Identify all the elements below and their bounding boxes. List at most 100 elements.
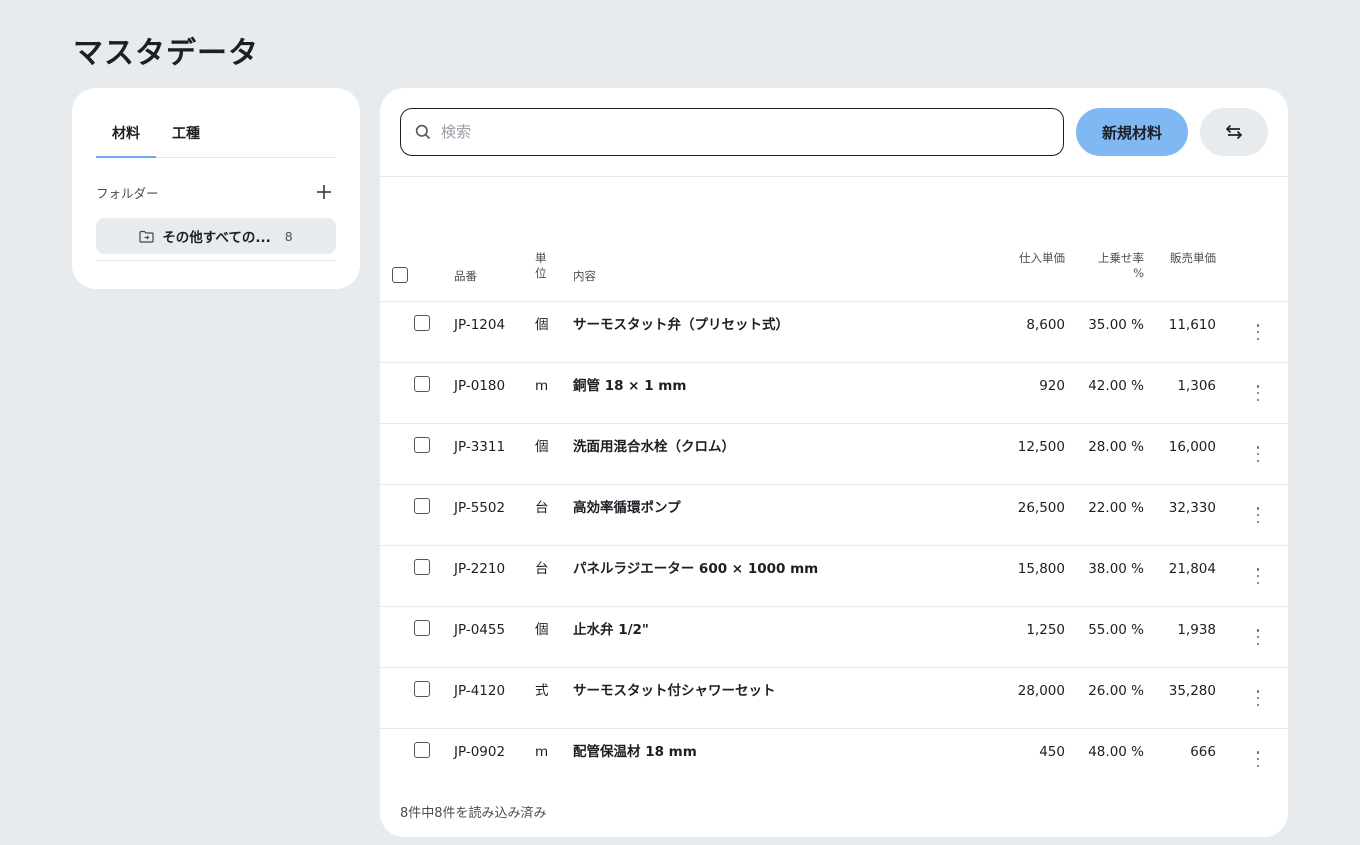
row-checkbox[interactable] bbox=[414, 376, 430, 392]
cell-cost: 15,800 bbox=[1017, 561, 1065, 577]
cell-description: サーモスタット弁（プリセット式） bbox=[573, 317, 789, 333]
search-box[interactable] bbox=[400, 108, 1064, 156]
header-markup: 上乗せ率 % bbox=[1098, 251, 1144, 280]
divider bbox=[96, 260, 336, 261]
tab-work-types[interactable]: 工種 bbox=[156, 112, 216, 158]
table-row[interactable]: JP-0902 m 配管保温材 18 mm 450 48.00 % 666 bbox=[380, 729, 1288, 790]
cell-description: サーモスタット付シャワーセット bbox=[573, 683, 776, 699]
row-checkbox[interactable] bbox=[414, 681, 430, 697]
cell-unit: 台 bbox=[535, 561, 549, 577]
cell-description: パネルラジエーター 600 × 1000 mm bbox=[573, 561, 819, 577]
table-row[interactable]: JP-4120 式 サーモスタット付シャワーセット 28,000 26.00 % 35,2… bbox=[380, 668, 1288, 729]
cell-cost: 8,600 bbox=[1026, 317, 1065, 333]
cell-code: JP-0455 bbox=[454, 622, 506, 638]
header-unit: 単位 bbox=[535, 251, 547, 280]
select-all-checkbox[interactable] bbox=[392, 267, 408, 283]
cell-unit: m bbox=[535, 378, 549, 394]
cell-description: 洗面用混合水栓（クロム） bbox=[573, 439, 735, 455]
cell-markup: 22.00 % bbox=[1088, 500, 1144, 516]
folder-name: その他すべての... bbox=[162, 230, 271, 246]
new-material-button[interactable]: 新規材料 bbox=[1076, 108, 1188, 156]
cell-cost: 12,500 bbox=[1017, 439, 1065, 455]
cell-markup: 28.00 % bbox=[1088, 439, 1144, 455]
cell-unit: 個 bbox=[535, 317, 549, 333]
row-checkbox[interactable] bbox=[414, 742, 430, 758]
table-row[interactable]: JP-1204 個 サーモスタット弁（プリセット式） 8,600 35.00 % 11,6… bbox=[380, 302, 1288, 363]
cell-price: 32,330 bbox=[1168, 500, 1216, 516]
row-menu-button[interactable] bbox=[1252, 566, 1264, 586]
row-menu-button[interactable] bbox=[1252, 322, 1264, 342]
add-folder-button[interactable] bbox=[312, 180, 336, 204]
cell-markup: 55.00 % bbox=[1088, 622, 1144, 638]
cell-markup: 26.00 % bbox=[1088, 683, 1144, 699]
cell-price: 1,938 bbox=[1177, 622, 1216, 638]
tab-materials[interactable]: 材料 bbox=[96, 112, 156, 158]
kebab-icon bbox=[1256, 385, 1260, 388]
kebab-icon bbox=[1256, 324, 1260, 327]
cell-markup: 35.00 % bbox=[1088, 317, 1144, 333]
folder-icon bbox=[139, 230, 154, 243]
cell-code: JP-3311 bbox=[454, 439, 506, 455]
row-menu-button[interactable] bbox=[1252, 688, 1264, 708]
header-code: 品番 bbox=[454, 269, 477, 283]
swap-button[interactable] bbox=[1200, 108, 1268, 156]
kebab-icon bbox=[1256, 629, 1260, 632]
header-price: 販売単価 bbox=[1170, 251, 1216, 265]
table-row[interactable]: JP-0180 m 銅管 18 × 1 mm 920 42.00 % 1,306 bbox=[380, 363, 1288, 424]
cell-cost: 26,500 bbox=[1017, 500, 1065, 516]
table-row[interactable]: JP-5502 台 高効率循環ポンプ 26,500 22.00 % 32,330 bbox=[380, 485, 1288, 546]
table-row[interactable]: JP-2210 台 パネルラジエーター 600 × 1000 mm 15,800 38.… bbox=[380, 546, 1288, 607]
cell-code: JP-0902 bbox=[454, 744, 506, 760]
cell-price: 1,306 bbox=[1177, 378, 1216, 394]
load-status: 8件中8件を読み込み済み bbox=[400, 806, 547, 821]
toolbar: 新規材料 bbox=[380, 88, 1288, 177]
kebab-icon bbox=[1256, 690, 1260, 693]
cell-unit: 個 bbox=[535, 622, 549, 638]
folder-header: フォルダー bbox=[96, 180, 336, 204]
plus-icon bbox=[317, 185, 331, 199]
cell-code: JP-0180 bbox=[454, 378, 506, 394]
category-tabs: 材料 工種 bbox=[96, 112, 336, 158]
cell-unit: 式 bbox=[535, 683, 549, 699]
row-checkbox[interactable] bbox=[414, 498, 430, 514]
row-checkbox[interactable] bbox=[414, 620, 430, 636]
table-header: 品番 単位 内容 仕入単価 上乗せ率 % 販売単価 bbox=[380, 251, 1288, 302]
table-row[interactable]: JP-0455 個 止水弁 1/2" 1,250 55.00 % 1,938 bbox=[380, 607, 1288, 668]
cell-cost: 920 bbox=[1039, 378, 1065, 394]
cell-cost: 450 bbox=[1039, 744, 1065, 760]
kebab-icon bbox=[1256, 751, 1260, 754]
cell-markup: 38.00 % bbox=[1088, 561, 1144, 577]
cell-price: 21,804 bbox=[1168, 561, 1216, 577]
cell-price: 11,610 bbox=[1168, 317, 1216, 333]
row-checkbox[interactable] bbox=[414, 315, 430, 331]
cell-description: 銅管 18 × 1 mm bbox=[573, 378, 687, 394]
cell-code: JP-1204 bbox=[454, 317, 506, 333]
cell-description: 高効率循環ポンプ bbox=[573, 500, 681, 516]
folder-count: 8 bbox=[284, 228, 293, 244]
cell-code: JP-4120 bbox=[454, 683, 506, 699]
cell-price: 666 bbox=[1190, 744, 1216, 760]
table-row[interactable]: JP-3311 個 洗面用混合水栓（クロム） 12,500 28.00 % 16,000 bbox=[380, 424, 1288, 485]
swap-arrows-icon bbox=[1225, 124, 1243, 140]
cell-unit: 個 bbox=[535, 439, 549, 455]
cell-markup: 42.00 % bbox=[1088, 378, 1144, 394]
row-checkbox[interactable] bbox=[414, 559, 430, 575]
cell-cost: 28,000 bbox=[1017, 683, 1065, 699]
folder-item-all-others[interactable]: その他すべての... 8 bbox=[96, 218, 336, 254]
folder-label: フォルダー bbox=[96, 185, 159, 201]
kebab-icon bbox=[1256, 507, 1260, 510]
cell-unit: 台 bbox=[535, 500, 549, 516]
cell-description: 配管保温材 18 mm bbox=[573, 744, 697, 760]
search-input[interactable] bbox=[441, 123, 1021, 141]
row-menu-button[interactable] bbox=[1252, 444, 1264, 464]
folder-panel: 材料 工種 フォルダー その他すべての... 8 bbox=[72, 88, 360, 289]
row-checkbox[interactable] bbox=[414, 437, 430, 453]
row-menu-button[interactable] bbox=[1252, 627, 1264, 647]
row-menu-button[interactable] bbox=[1252, 383, 1264, 403]
row-menu-button[interactable] bbox=[1252, 505, 1264, 525]
search-icon bbox=[415, 124, 431, 140]
row-menu-button[interactable] bbox=[1252, 749, 1264, 769]
cell-cost: 1,250 bbox=[1026, 622, 1065, 638]
cell-code: JP-2210 bbox=[454, 561, 506, 577]
kebab-icon bbox=[1256, 446, 1260, 449]
